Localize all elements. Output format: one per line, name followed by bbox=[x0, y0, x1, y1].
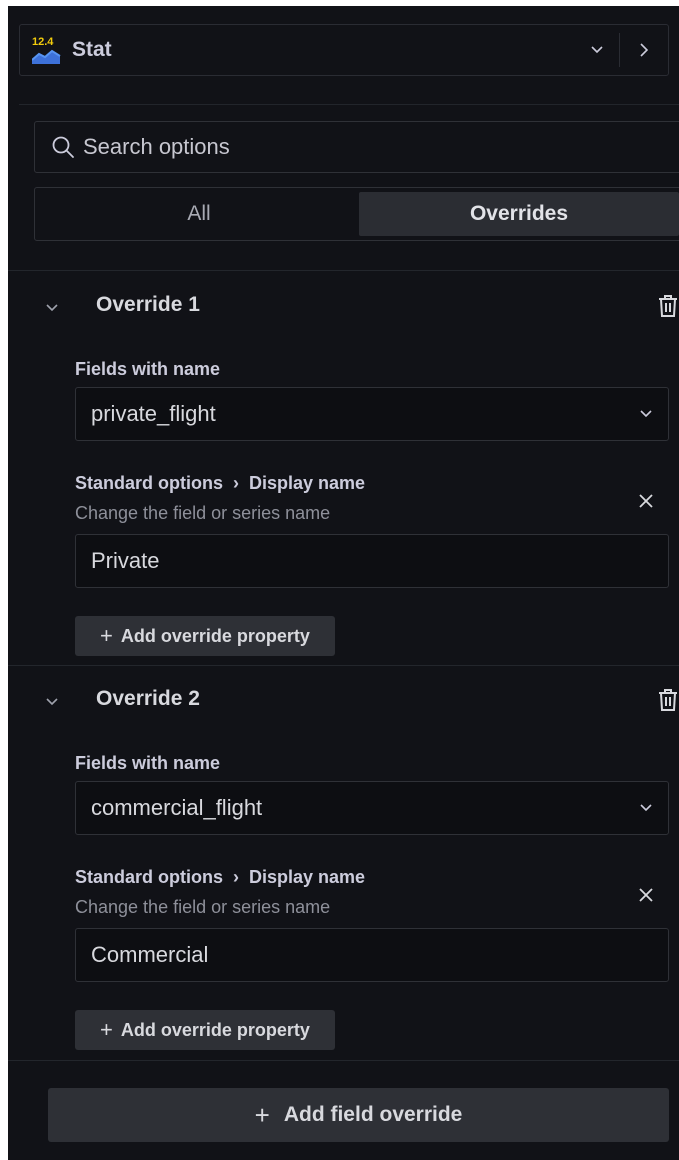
tab-overrides[interactable]: Overrides bbox=[359, 192, 679, 236]
property-path: Standard options › Display name bbox=[75, 473, 365, 494]
matcher-label: Fields with name bbox=[75, 359, 221, 379]
chevron-down-icon[interactable] bbox=[575, 25, 619, 75]
button-label: Add override property bbox=[120, 625, 310, 646]
add-override-property-button[interactable]: + Add override property bbox=[75, 616, 335, 656]
property-category: Standard options bbox=[75, 867, 223, 887]
chevron-down-icon bbox=[624, 804, 668, 812]
select-value: private_flight bbox=[91, 401, 216, 426]
panel-options-pane: 12.4 Stat All Overrides bbox=[8, 6, 679, 1160]
property-category: Standard options bbox=[75, 473, 223, 493]
property-description: Change the field or series name bbox=[75, 897, 331, 917]
matcher-label: Fields with name bbox=[75, 753, 221, 773]
override-header[interactable]: Override 1 bbox=[8, 289, 679, 329]
search-icon bbox=[52, 136, 74, 158]
stat-viz-icon: 12.4 bbox=[32, 36, 64, 64]
search-options-field[interactable] bbox=[34, 121, 679, 173]
property-description: Change the field or series name bbox=[75, 503, 331, 523]
visualization-name: Stat bbox=[72, 38, 112, 61]
property-name: Display name bbox=[249, 867, 366, 887]
chevron-down-icon[interactable] bbox=[46, 299, 58, 315]
select-value: commercial_flight bbox=[91, 795, 263, 820]
trash-icon[interactable] bbox=[657, 687, 679, 713]
divider bbox=[8, 1060, 679, 1061]
plus-icon: + bbox=[254, 1099, 270, 1130]
chevron-right-icon: › bbox=[233, 473, 239, 493]
fields-with-name-select[interactable]: commercial_flight bbox=[75, 781, 669, 835]
close-icon[interactable] bbox=[639, 882, 653, 908]
close-icon[interactable] bbox=[639, 488, 653, 514]
input-value: Commercial bbox=[91, 942, 209, 967]
trash-icon[interactable] bbox=[657, 293, 679, 319]
add-field-override-button[interactable]: + Add field override bbox=[48, 1088, 669, 1142]
plus-icon: + bbox=[100, 1017, 113, 1042]
display-name-input[interactable]: Commercial bbox=[75, 928, 669, 982]
override-header[interactable]: Override 2 bbox=[8, 683, 679, 723]
tab-all[interactable]: All bbox=[39, 192, 359, 236]
chevron-down-icon[interactable] bbox=[46, 693, 58, 709]
visualization-picker[interactable]: 12.4 Stat bbox=[19, 24, 669, 76]
options-tabs: All Overrides bbox=[34, 187, 679, 241]
plus-icon: + bbox=[100, 623, 113, 648]
property-path: Standard options › Display name bbox=[75, 867, 365, 888]
override-title: Override 1 bbox=[96, 293, 200, 316]
divider bbox=[19, 104, 679, 105]
divider bbox=[8, 270, 679, 271]
button-label: Add override property bbox=[120, 1019, 310, 1040]
fields-with-name-select[interactable]: private_flight bbox=[75, 387, 669, 441]
input-value: Private bbox=[91, 548, 160, 573]
override-title: Override 2 bbox=[96, 687, 200, 710]
chevron-right-icon: › bbox=[233, 867, 239, 887]
add-override-property-button[interactable]: + Add override property bbox=[75, 1010, 335, 1050]
divider bbox=[8, 665, 679, 666]
button-label: Add field override bbox=[283, 1103, 463, 1126]
chevron-down-icon bbox=[624, 410, 668, 418]
chevron-right-icon[interactable] bbox=[620, 25, 668, 75]
property-name: Display name bbox=[249, 473, 366, 493]
search-input[interactable] bbox=[81, 133, 645, 161]
display-name-input[interactable]: Private bbox=[75, 534, 669, 588]
